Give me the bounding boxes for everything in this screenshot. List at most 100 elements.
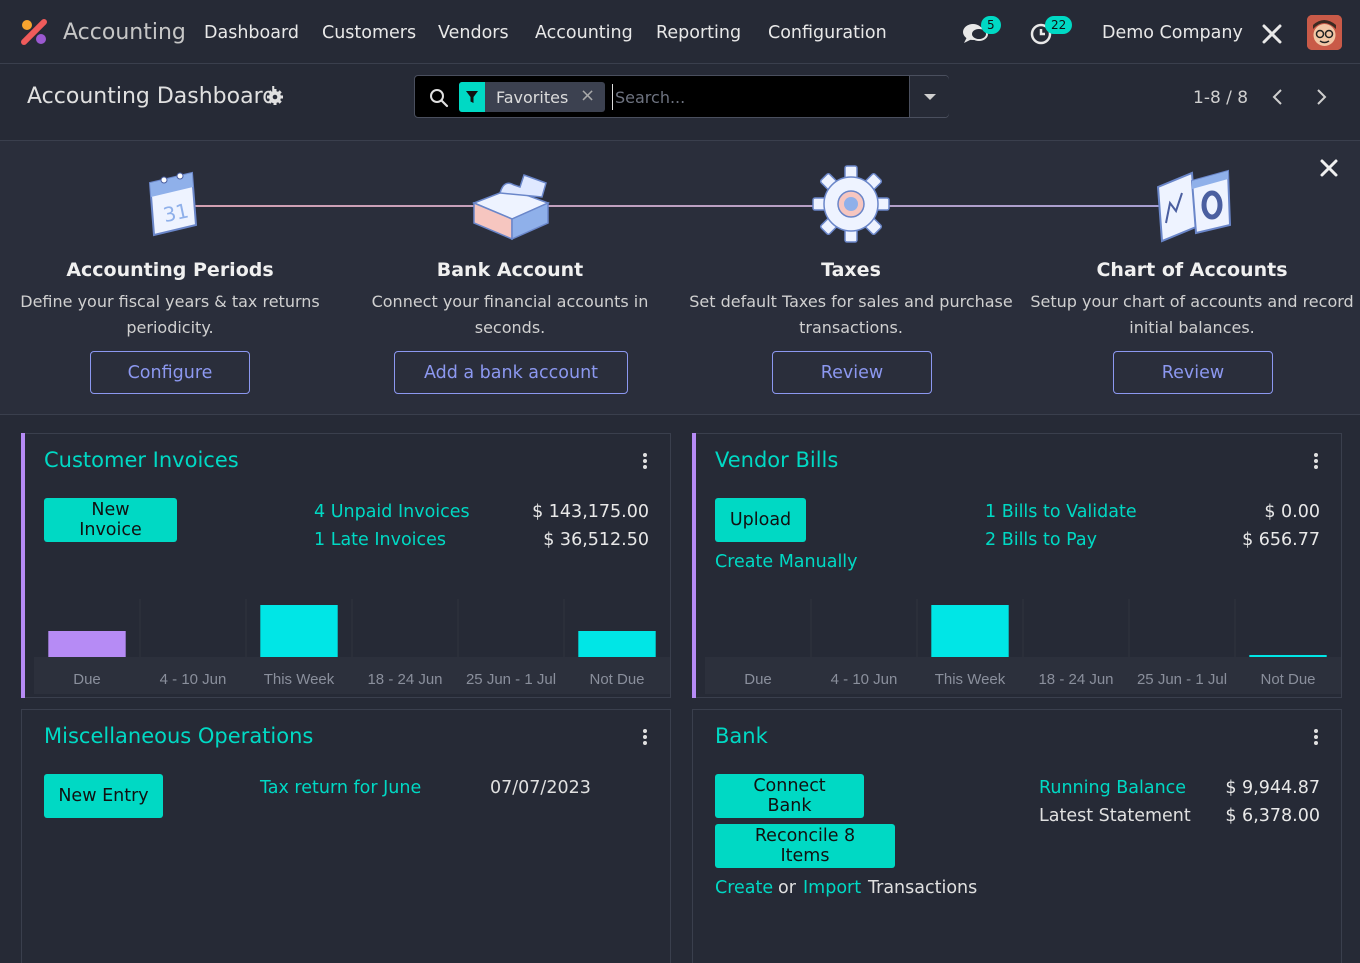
connect-bank-button[interactable]: Connect Bank [715, 774, 864, 818]
chart-of-accounts-icon [1156, 169, 1232, 243]
tax-return-link[interactable]: Tax return for June [260, 778, 421, 798]
menu-reporting[interactable]: Reporting [656, 23, 741, 43]
add-bank-account-button[interactable]: Add a bank account [394, 351, 628, 394]
or-text: or [778, 878, 796, 898]
menu-dashboard[interactable]: Dashboard [204, 23, 299, 43]
chevron-left-icon[interactable] [1268, 87, 1288, 107]
vendor-bills-chart: Due 4 - 10 Jun This Week 18 - 24 Jun 25 Jun … [705, 599, 1341, 694]
kebab-menu-icon[interactable] [1312, 452, 1320, 470]
vendor-bills-title[interactable]: Vendor Bills [715, 448, 838, 472]
create-transactions-link[interactable]: Create [715, 878, 773, 898]
facet-remove-icon[interactable]: × [580, 85, 595, 106]
messages-badge: 5 [981, 16, 1001, 34]
menu-accounting[interactable]: Accounting [535, 23, 633, 43]
page-title: Accounting Dashboard [27, 84, 277, 109]
chart-tick-label: 4 - 10 Jun [831, 671, 898, 688]
running-balance-link[interactable]: Running Balance [1039, 778, 1186, 798]
customer-invoices-chart: Due 4 - 10 Jun This Week 18 - 24 Jun 25 Jun … [34, 599, 670, 694]
onboarding-title: Taxes [821, 259, 881, 281]
bank-title[interactable]: Bank [715, 724, 768, 748]
menu-customers[interactable]: Customers [322, 23, 416, 43]
tax-return-date: 07/07/2023 [490, 778, 591, 798]
puzzle-icon [472, 174, 550, 241]
bills-to-pay-amount: $ 656.77 [1242, 530, 1320, 550]
company-switcher[interactable]: Demo Company [1102, 23, 1243, 43]
onboarding-desc-line: initial balances. [1129, 318, 1255, 337]
user-avatar[interactable] [1307, 15, 1342, 50]
onboarding-title: Accounting Periods [66, 259, 274, 281]
bills-to-pay-link[interactable]: 2 Bills to Pay [985, 530, 1097, 550]
onboarding-desc-line: seconds. [474, 318, 546, 337]
search-icon[interactable] [429, 88, 449, 108]
chart-tick-label: Due [744, 671, 772, 688]
caret-down-icon [924, 94, 936, 100]
chart-tick-label: 25 Jun - 1 Jul [1137, 671, 1227, 688]
search-bar: Favorites × [414, 75, 949, 118]
chevron-right-icon[interactable] [1311, 87, 1331, 107]
debug-tools-icon[interactable] [1261, 23, 1283, 45]
chart-bar[interactable] [1249, 655, 1327, 657]
customer-invoices-card: Customer Invoices New Invoice 4 Unpaid I… [21, 433, 671, 698]
chart-axis-band [705, 657, 1341, 694]
calendar-icon: 31 [148, 171, 198, 237]
customer-invoices-title[interactable]: Customer Invoices [44, 448, 239, 472]
chart-bar[interactable] [578, 631, 656, 657]
menu-vendors[interactable]: Vendors [438, 23, 509, 43]
app-name[interactable]: Accounting [63, 20, 186, 45]
onboarding-desc-line: Setup your chart of accounts and record [1030, 292, 1354, 311]
control-panel: Accounting Dashboard Favorites × Search.… [0, 65, 1360, 141]
onboarding-title: Bank Account [436, 259, 584, 281]
gear-icon[interactable] [266, 88, 284, 106]
late-invoices-amount: $ 36,512.50 [543, 530, 649, 550]
chart-bar[interactable] [260, 605, 338, 657]
onboarding-desc: Connect your financial accounts in secon… [340, 289, 680, 341]
chart-tick-label: 18 - 24 Jun [1038, 671, 1113, 688]
new-invoice-button[interactable]: New Invoice [44, 498, 177, 542]
upload-button[interactable]: Upload [715, 498, 806, 542]
filter-icon [459, 82, 485, 112]
unpaid-invoices-link[interactable]: 4 Unpaid Invoices [314, 502, 470, 522]
menu-configuration[interactable]: Configuration [768, 23, 887, 43]
bills-to-validate-amount: $ 0.00 [1264, 502, 1320, 522]
onboarding-desc: Define your fiscal years & tax returns p… [0, 289, 340, 341]
chart-review-button[interactable]: Review [1113, 351, 1273, 394]
onboarding-desc: Set default Taxes for sales and purchase… [681, 289, 1021, 341]
bills-to-validate-link[interactable]: 1 Bills to Validate [985, 502, 1137, 522]
chart-bar[interactable] [48, 631, 126, 657]
onboarding-title: Chart of Accounts [1096, 259, 1288, 281]
taxes-review-button[interactable]: Review [772, 351, 932, 394]
new-entry-button[interactable]: New Entry [44, 774, 163, 818]
chart-bar[interactable] [931, 605, 1009, 657]
create-manually-link[interactable]: Create Manually [715, 552, 858, 572]
reconcile-items-button[interactable]: Reconcile 8 Items [715, 824, 895, 868]
configure-button[interactable]: Configure [90, 351, 250, 394]
kebab-menu-icon[interactable] [1312, 728, 1320, 746]
onboarding-desc: Setup your chart of accounts and record … [1022, 289, 1360, 341]
onboarding-desc-line: Connect your financial accounts in [371, 292, 649, 311]
misc-operations-title[interactable]: Miscellaneous Operations [44, 724, 313, 748]
accounting-app-icon[interactable] [20, 18, 48, 46]
kebab-menu-icon[interactable] [641, 728, 649, 746]
onboarding-desc-line: transactions. [799, 318, 903, 337]
running-balance-amount: $ 9,944.87 [1225, 778, 1320, 798]
close-icon[interactable] [1318, 157, 1340, 179]
onboarding-desc-line: Set default Taxes for sales and purchase [689, 292, 1013, 311]
import-transactions-link[interactable]: Import [803, 878, 861, 898]
onboarding-desc-line: periodicity. [126, 318, 214, 337]
chart-tick-label: 25 Jun - 1 Jul [466, 671, 556, 688]
chart-tick-label: 4 - 10 Jun [160, 671, 227, 688]
pager-value[interactable]: 1-8 / 8 [1193, 88, 1248, 108]
unpaid-invoices-amount: $ 143,175.00 [532, 502, 649, 522]
favorites-facet: Favorites × [459, 82, 605, 112]
chart-tick-label: This Week [935, 671, 1006, 688]
chart-tick-label: 18 - 24 Jun [367, 671, 442, 688]
onboarding-progress-line [170, 205, 1192, 207]
activities-badge: 22 [1045, 16, 1073, 34]
avatar-face-icon [1307, 15, 1342, 50]
search-input[interactable] [612, 84, 902, 110]
search-options-toggle[interactable] [909, 76, 949, 117]
kebab-menu-icon[interactable] [641, 452, 649, 470]
vendor-bills-card: Vendor Bills Upload Create Manually 1 Bi… [692, 433, 1342, 698]
late-invoices-link[interactable]: 1 Late Invoices [314, 530, 446, 550]
misc-operations-card: Miscellaneous Operations New Entry Tax r… [21, 709, 671, 963]
